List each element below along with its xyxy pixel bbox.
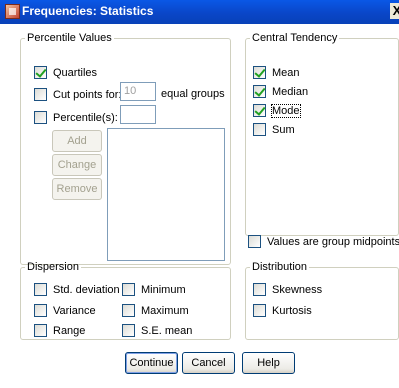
median-checkbox[interactable]: Median: [253, 85, 308, 98]
cut-points-label: Cut points for:: [53, 88, 122, 101]
mode-checkbox-box[interactable]: [253, 104, 266, 117]
mean-label: Mean: [272, 66, 300, 79]
percentiles-checkbox-box[interactable]: [34, 111, 47, 124]
group-midpoints-label: Values are group midpoints: [267, 235, 399, 248]
window-title: Frequencies: Statistics: [22, 4, 154, 18]
change-button[interactable]: Change: [52, 154, 102, 176]
group-midpoints-checkbox-box[interactable]: [248, 235, 261, 248]
remove-button[interactable]: Remove: [52, 178, 102, 200]
continue-button[interactable]: Continue: [125, 352, 178, 374]
maximum-checkbox-box[interactable]: [122, 304, 135, 317]
percentile-list[interactable]: [107, 128, 225, 261]
percentile-input[interactable]: [120, 105, 156, 124]
close-icon[interactable]: X: [390, 3, 399, 19]
range-checkbox[interactable]: Range: [34, 324, 85, 337]
maximum-checkbox[interactable]: Maximum: [122, 304, 189, 317]
se-mean-label: S.E. mean: [141, 324, 193, 337]
minimum-checkbox-box[interactable]: [122, 283, 135, 296]
std-deviation-checkbox-box[interactable]: [34, 283, 47, 296]
cut-points-checkbox[interactable]: Cut points for:: [34, 88, 121, 101]
equal-groups-label: equal groups: [161, 88, 225, 100]
mode-checkbox[interactable]: Mode: [253, 103, 301, 118]
kurtosis-label: Kurtosis: [272, 304, 312, 317]
cut-points-input[interactable]: 10: [120, 82, 156, 101]
sum-checkbox-box[interactable]: [253, 123, 266, 136]
mean-checkbox[interactable]: Mean: [253, 66, 300, 79]
cancel-button[interactable]: Cancel: [182, 352, 235, 374]
skewness-checkbox[interactable]: Skewness: [253, 283, 322, 296]
se-mean-checkbox[interactable]: S.E. mean: [122, 324, 192, 337]
dispersion-legend: Dispersion: [27, 261, 79, 273]
mode-label: Mode: [271, 103, 301, 118]
percentiles-label: Percentile(s):: [53, 111, 118, 124]
range-checkbox-box[interactable]: [34, 324, 47, 337]
se-mean-checkbox-box[interactable]: [122, 324, 135, 337]
central-tendency-legend: Central Tendency: [252, 32, 338, 44]
median-checkbox-box[interactable]: [253, 85, 266, 98]
median-label: Median: [272, 85, 309, 98]
variance-label: Variance: [53, 304, 96, 317]
quartiles-checkbox-box[interactable]: [34, 66, 47, 79]
kurtosis-checkbox-box[interactable]: [253, 304, 266, 317]
minimum-checkbox[interactable]: Minimum: [122, 283, 186, 296]
minimum-label: Minimum: [141, 283, 186, 296]
quartiles-label: Quartiles: [53, 66, 98, 79]
skewness-label: Skewness: [272, 283, 323, 296]
sum-label: Sum: [272, 123, 295, 136]
mean-checkbox-box[interactable]: [253, 66, 266, 79]
cut-points-checkbox-box[interactable]: [34, 88, 47, 101]
sum-checkbox[interactable]: Sum: [253, 123, 295, 136]
distribution-group: Distribution: [245, 261, 399, 340]
skewness-checkbox-box[interactable]: [253, 283, 266, 296]
add-button[interactable]: Add: [52, 130, 102, 152]
title-bar[interactable]: Frequencies: Statistics X: [0, 0, 399, 24]
percentile-values-legend: Percentile Values: [27, 32, 112, 44]
range-label: Range: [53, 324, 86, 337]
dialog-body: Percentile Values Quartiles Cut points f…: [0, 24, 399, 388]
variance-checkbox[interactable]: Variance: [34, 304, 96, 317]
kurtosis-checkbox[interactable]: Kurtosis: [253, 304, 312, 317]
app-icon: [5, 4, 20, 19]
std-deviation-checkbox[interactable]: Std. deviation: [34, 283, 120, 296]
maximum-label: Maximum: [141, 304, 189, 317]
percentiles-checkbox[interactable]: Percentile(s):: [34, 111, 118, 124]
distribution-legend: Distribution: [252, 261, 308, 273]
quartiles-checkbox[interactable]: Quartiles: [34, 66, 97, 79]
group-midpoints-checkbox[interactable]: Values are group midpoints: [248, 235, 399, 248]
variance-checkbox-box[interactable]: [34, 304, 47, 317]
std-deviation-label: Std. deviation: [53, 283, 120, 296]
help-button[interactable]: Help: [242, 352, 295, 374]
